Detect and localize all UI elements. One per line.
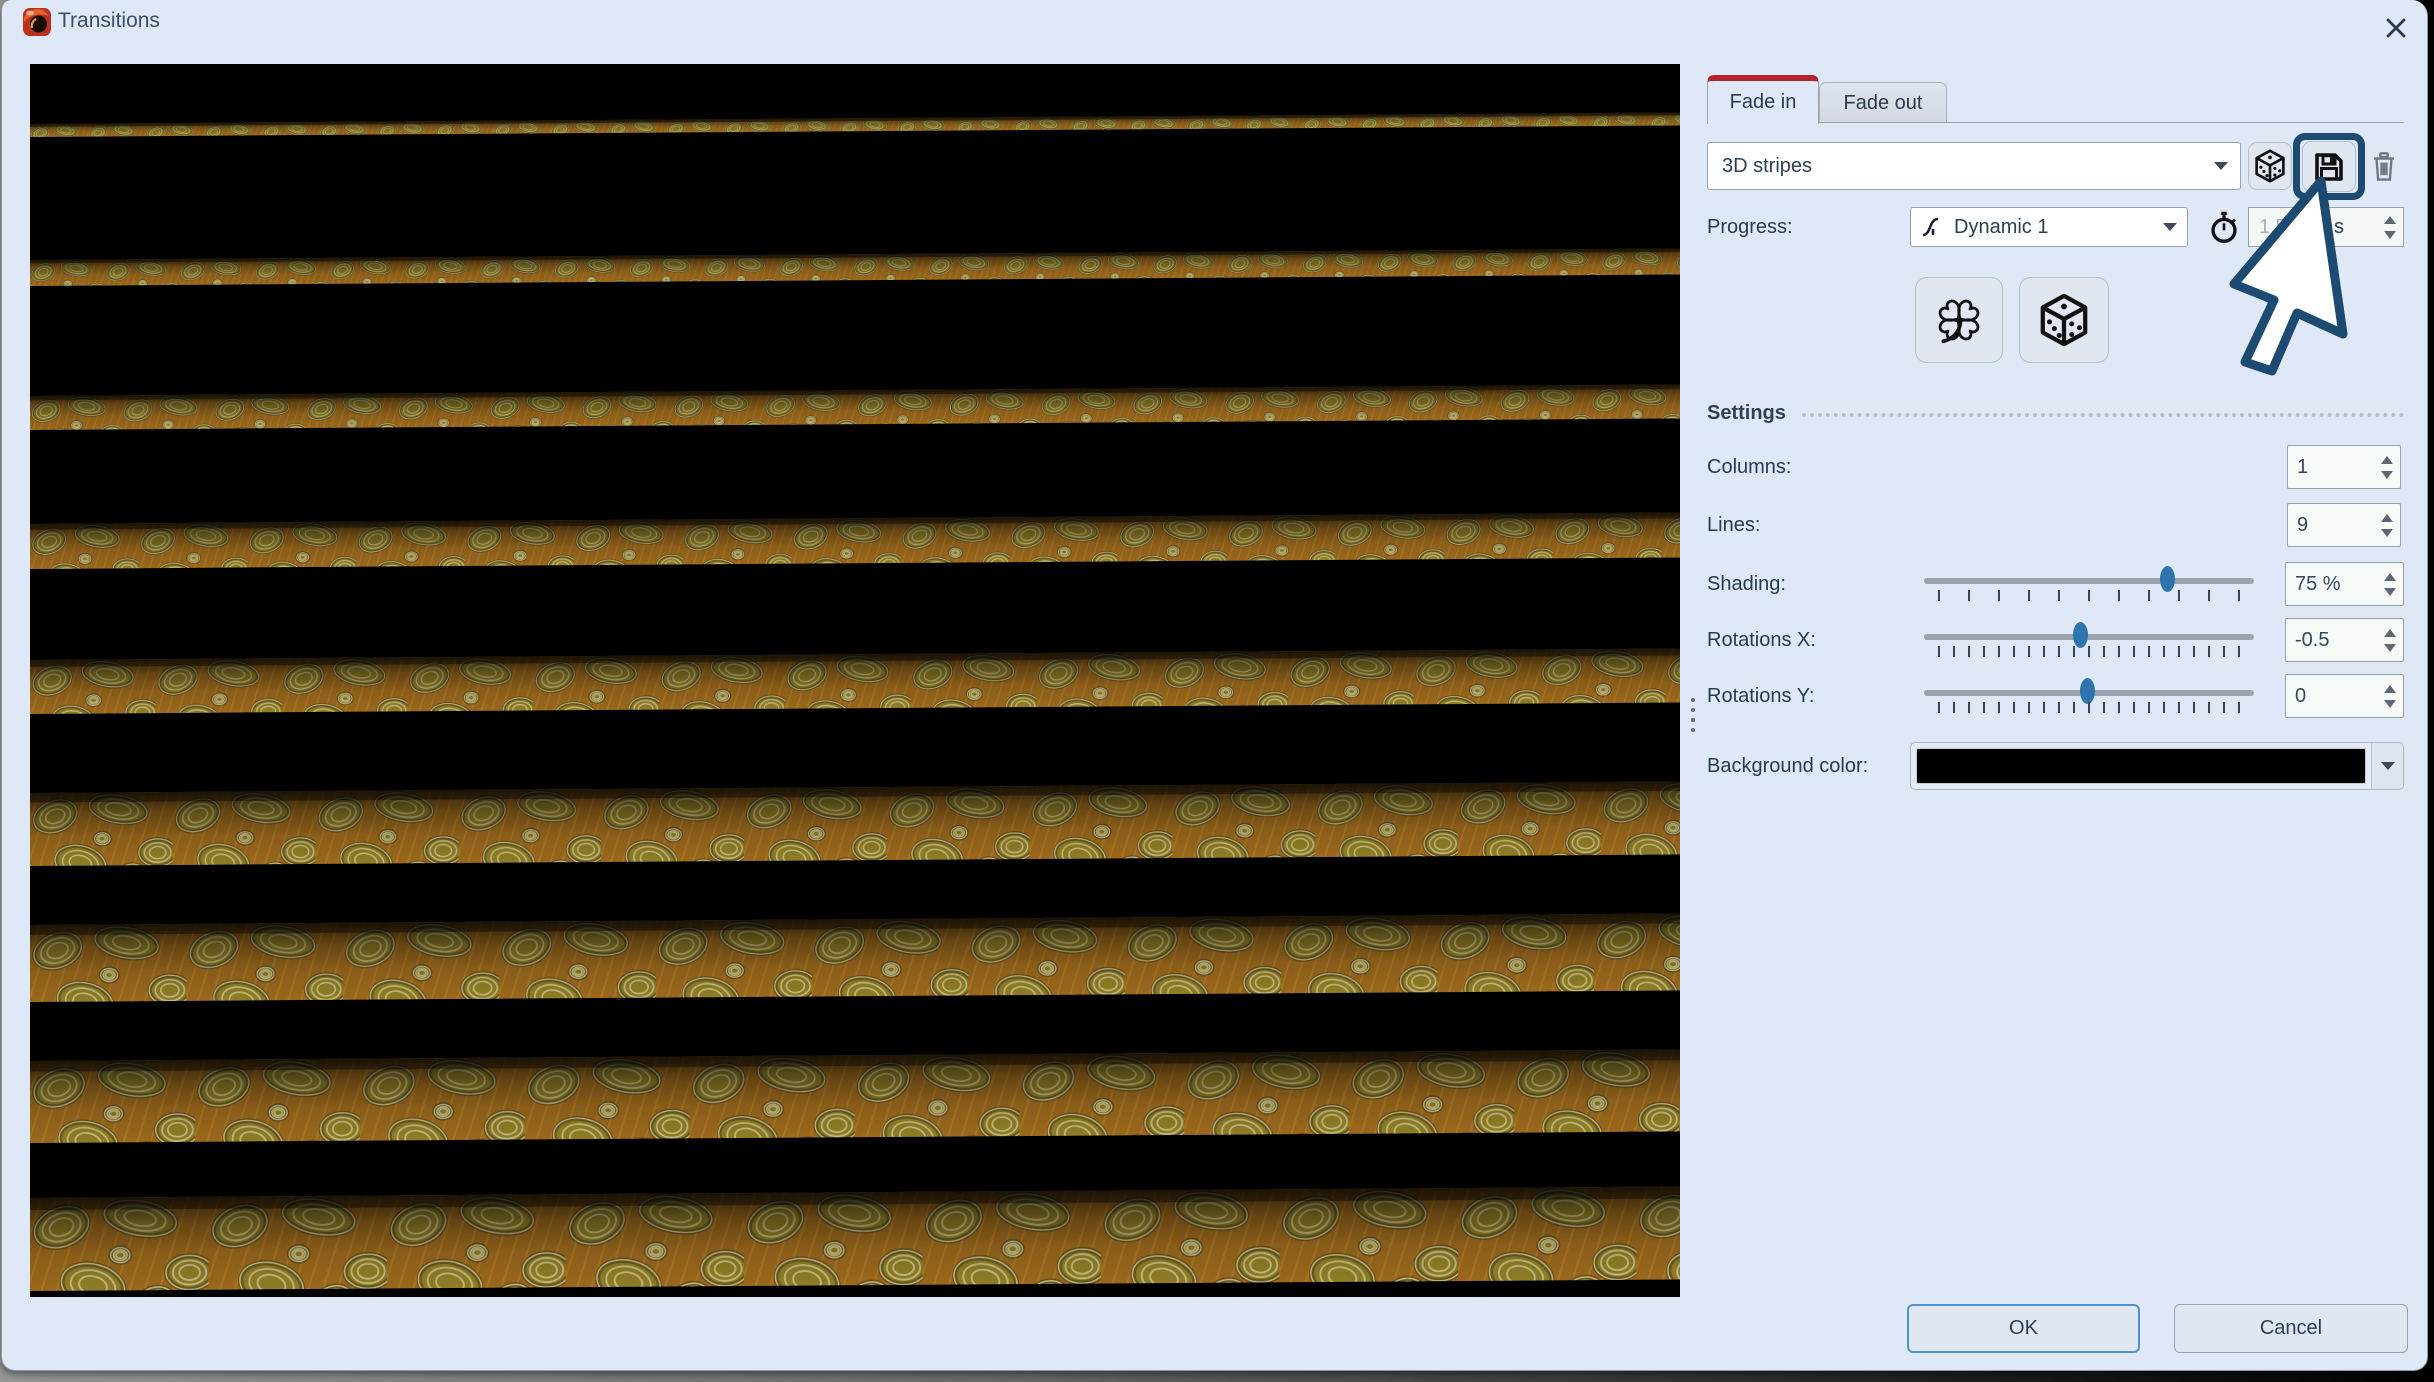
- columns-label: Columns:: [1707, 445, 1791, 489]
- chevron-down-icon: [2381, 762, 2395, 770]
- trash-icon: [2369, 150, 2399, 184]
- rotations-x-slider[interactable]: [1924, 618, 2254, 662]
- window-title: Transitions: [58, 9, 160, 33]
- settings-header: Settings: [1707, 402, 1786, 425]
- progress-label: Progress:: [1707, 207, 1793, 247]
- app-icon: [22, 7, 52, 37]
- random-settings-button[interactable]: [2019, 277, 2109, 363]
- step-up-icon[interactable]: [2384, 216, 2396, 224]
- lucky-settings-button[interactable]: [1915, 277, 2003, 363]
- step-up-icon[interactable]: [2384, 629, 2396, 637]
- slider-ticks: [1938, 702, 2240, 713]
- rotations-x-spinbox[interactable]: -0.5: [2285, 618, 2404, 662]
- chevron-down-icon: [2214, 162, 2228, 170]
- rotations-x-stepper[interactable]: [2377, 629, 2403, 652]
- tab-fade-out-label: Fade out: [1844, 92, 1923, 115]
- step-up-icon[interactable]: [2381, 514, 2393, 522]
- cursor-arrow: [2217, 172, 2357, 384]
- transitions-dialog: Transitions Fade in Fade out 3D stripes: [1, 0, 2428, 1371]
- columns-spinbox[interactable]: 1: [2287, 445, 2401, 489]
- screen: Transitions Fade in Fade out 3D stripes: [0, 0, 2434, 1382]
- close-icon: [2384, 16, 2408, 40]
- step-up-icon[interactable]: [2384, 573, 2396, 581]
- step-down-icon[interactable]: [2384, 700, 2396, 708]
- rotations-y-slider[interactable]: [1924, 674, 2254, 718]
- close-button[interactable]: [2374, 8, 2418, 48]
- color-swatch: [1916, 748, 2366, 784]
- settings-divider: [1802, 413, 2404, 417]
- rotations-y-label: Rotations Y:: [1707, 674, 1814, 718]
- slider-ticks: [1938, 590, 2240, 601]
- slider-thumb[interactable]: [2073, 622, 2088, 648]
- rotations-y-spinbox[interactable]: 0: [2285, 674, 2404, 718]
- lines-spinbox[interactable]: 9: [2287, 503, 2401, 547]
- shading-value: 75 %: [2286, 573, 2377, 596]
- rotations-y-value: 0: [2286, 685, 2377, 708]
- clover-icon: [1933, 293, 1985, 347]
- preset-select[interactable]: 3D stripes: [1707, 142, 2241, 190]
- columns-value: 1: [2288, 456, 2374, 479]
- columns-stepper[interactable]: [2374, 456, 2400, 479]
- cancel-label: Cancel: [2260, 1317, 2322, 1340]
- duration-stepper[interactable]: [2377, 216, 2403, 239]
- step-down-icon[interactable]: [2384, 588, 2396, 596]
- step-down-icon[interactable]: [2381, 529, 2393, 537]
- tab-fade-out[interactable]: Fade out: [1819, 82, 1947, 123]
- step-up-icon[interactable]: [2384, 685, 2396, 693]
- tab-fade-in[interactable]: Fade in: [1707, 75, 1819, 124]
- slider-thumb[interactable]: [2080, 678, 2095, 704]
- chevron-down-icon: [2163, 223, 2177, 231]
- shading-slider[interactable]: [1924, 562, 2254, 606]
- background-color-picker[interactable]: [1910, 742, 2404, 790]
- step-down-icon[interactable]: [2384, 231, 2396, 239]
- ok-button[interactable]: OK: [1907, 1304, 2140, 1353]
- easing-select[interactable]: Dynamic 1: [1910, 207, 2188, 247]
- rotations-x-label: Rotations X:: [1707, 618, 1816, 662]
- lines-stepper[interactable]: [2374, 514, 2400, 537]
- ok-label: OK: [2009, 1317, 2038, 1340]
- step-down-icon[interactable]: [2384, 644, 2396, 652]
- tab-fade-in-label: Fade in: [1730, 91, 1797, 114]
- slider-track[interactable]: [1924, 634, 2254, 640]
- slider-ticks: [1938, 646, 2240, 657]
- lines-label: Lines:: [1707, 503, 1760, 547]
- background-color-label: Background color:: [1707, 742, 1868, 790]
- easing-value: Dynamic 1: [1954, 216, 2163, 239]
- shading-spinbox[interactable]: 75 %: [2285, 562, 2404, 606]
- lines-value: 9: [2288, 514, 2374, 537]
- shading-stepper[interactable]: [2377, 573, 2403, 596]
- preview-canvas: [30, 64, 1680, 1297]
- rotations-x-value: -0.5: [2286, 629, 2377, 652]
- preset-value: 3D stripes: [1722, 155, 2214, 178]
- delete-preset-button[interactable]: [2364, 144, 2404, 190]
- panel-splitter[interactable]: [1688, 698, 1698, 738]
- step-down-icon[interactable]: [2381, 471, 2393, 479]
- slider-track[interactable]: [1924, 578, 2254, 584]
- cancel-button[interactable]: Cancel: [2174, 1304, 2408, 1353]
- slider-thumb[interactable]: [2160, 566, 2175, 592]
- color-dropdown-button[interactable]: [2371, 743, 2403, 789]
- preview-stripes: [30, 64, 1680, 1297]
- dice-icon: [2037, 292, 2091, 348]
- rotations-y-stepper[interactable]: [2377, 685, 2403, 708]
- easing-curve-icon: [1919, 214, 1945, 240]
- title-bar: Transitions: [2, 0, 2427, 58]
- shading-label: Shading:: [1707, 562, 1786, 606]
- step-up-icon[interactable]: [2381, 456, 2393, 464]
